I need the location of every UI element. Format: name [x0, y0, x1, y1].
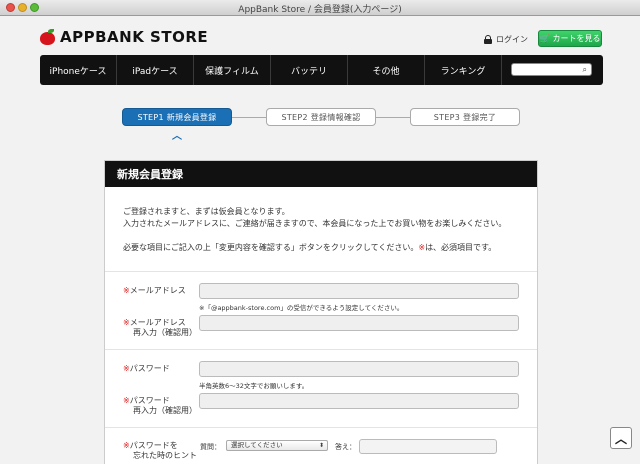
section-divider — [105, 349, 537, 350]
chevron-up-icon: ︿ — [614, 431, 627, 446]
password-note: 半角英数6〜32文字でお願いします。 — [199, 382, 309, 390]
window-title: AppBank Store / 会員登録(入力ページ) — [238, 5, 402, 15]
password-field[interactable] — [199, 361, 519, 377]
hint-question-label: 質問： — [200, 443, 221, 451]
chevron-up-icon: ︿ — [172, 131, 182, 142]
email-field[interactable] — [199, 283, 519, 299]
email-label: ※メールアドレス — [123, 286, 186, 295]
window-titlebar: AppBank Store / 会員登録(入力ページ) — [0, 0, 640, 16]
nav-item-ranking[interactable]: ランキング — [425, 55, 502, 85]
view-cart-button[interactable]: 🛒 カートを見る — [538, 30, 602, 47]
lock-icon — [484, 35, 492, 44]
cart-label: カートを見る — [552, 34, 601, 43]
email-confirm-label: ※メールアドレス 再入力（確認用） — [123, 318, 197, 337]
intro-line-1: ご登録されますと、まずは仮会員となります。 — [123, 207, 290, 216]
section-divider — [105, 271, 537, 272]
login-link[interactable]: ログイン — [484, 34, 528, 45]
email-confirm-field[interactable] — [199, 315, 519, 331]
nav-item-ipad-cases[interactable]: iPadケース — [117, 55, 194, 85]
store-logo[interactable]: APPBANK STORE — [40, 28, 208, 46]
login-label: ログイン — [496, 35, 528, 44]
intro-line-2: 入力されたメールアドレスに、ご連絡が届きますので、本会員になった上でお買い物をお… — [123, 219, 507, 228]
main-navigation: iPhoneケース iPadケース 保護フィルム バッテリ その他 ランキング … — [40, 55, 603, 85]
cart-icon: 🛒 — [539, 34, 550, 43]
nav-item-other[interactable]: その他 — [348, 55, 425, 85]
password-confirm-label: ※パスワード 再入力（確認用） — [123, 396, 197, 415]
hint-answer-label: 答え： — [335, 443, 356, 451]
step-3-complete: STEP3 登録完了 — [410, 108, 520, 126]
step-connector — [232, 117, 266, 118]
apple-logo-icon — [40, 29, 56, 45]
password-confirm-field[interactable] — [199, 393, 519, 409]
search-icon[interactable]: ⌕ — [583, 65, 587, 75]
step-2-confirm-info: STEP2 登録情報確認 — [266, 108, 376, 126]
chevron-updown-icon: ⬍ — [318, 442, 324, 449]
section-divider — [105, 427, 537, 428]
registration-panel: 新規会員登録 ご登録されますと、まずは仮会員となります。 入力されたメールアドレ… — [104, 160, 538, 464]
step-1-new-registration: STEP1 新規会員登録 — [122, 108, 232, 126]
hint-question-select[interactable]: 選択してください ⬍ — [226, 440, 328, 451]
scroll-to-top-button[interactable]: ︿ — [610, 427, 632, 449]
nav-item-battery[interactable]: バッテリ — [271, 55, 348, 85]
panel-title: 新規会員登録 — [105, 161, 537, 187]
nav-item-iphone-cases[interactable]: iPhoneケース — [40, 55, 117, 85]
intro-line-3: 必要な項目にご記入の上「変更内容を確認する」ボタンをクリックしてください。※は、… — [123, 243, 497, 252]
password-label: ※パスワード — [123, 364, 170, 373]
nav-item-protective-film[interactable]: 保護フィルム — [194, 55, 271, 85]
search-input[interactable]: ⌕ — [511, 63, 592, 76]
hint-select-value: 選択してください — [231, 441, 283, 449]
email-note: ※「@appbank-store.com」の受信ができるよう設定してください。 — [199, 304, 404, 312]
hint-answer-field[interactable] — [359, 439, 497, 454]
password-hint-label: ※パスワードを 忘れた時のヒント — [123, 441, 197, 460]
step-connector — [376, 117, 410, 118]
logo-text: APPBANK STORE — [60, 28, 209, 46]
